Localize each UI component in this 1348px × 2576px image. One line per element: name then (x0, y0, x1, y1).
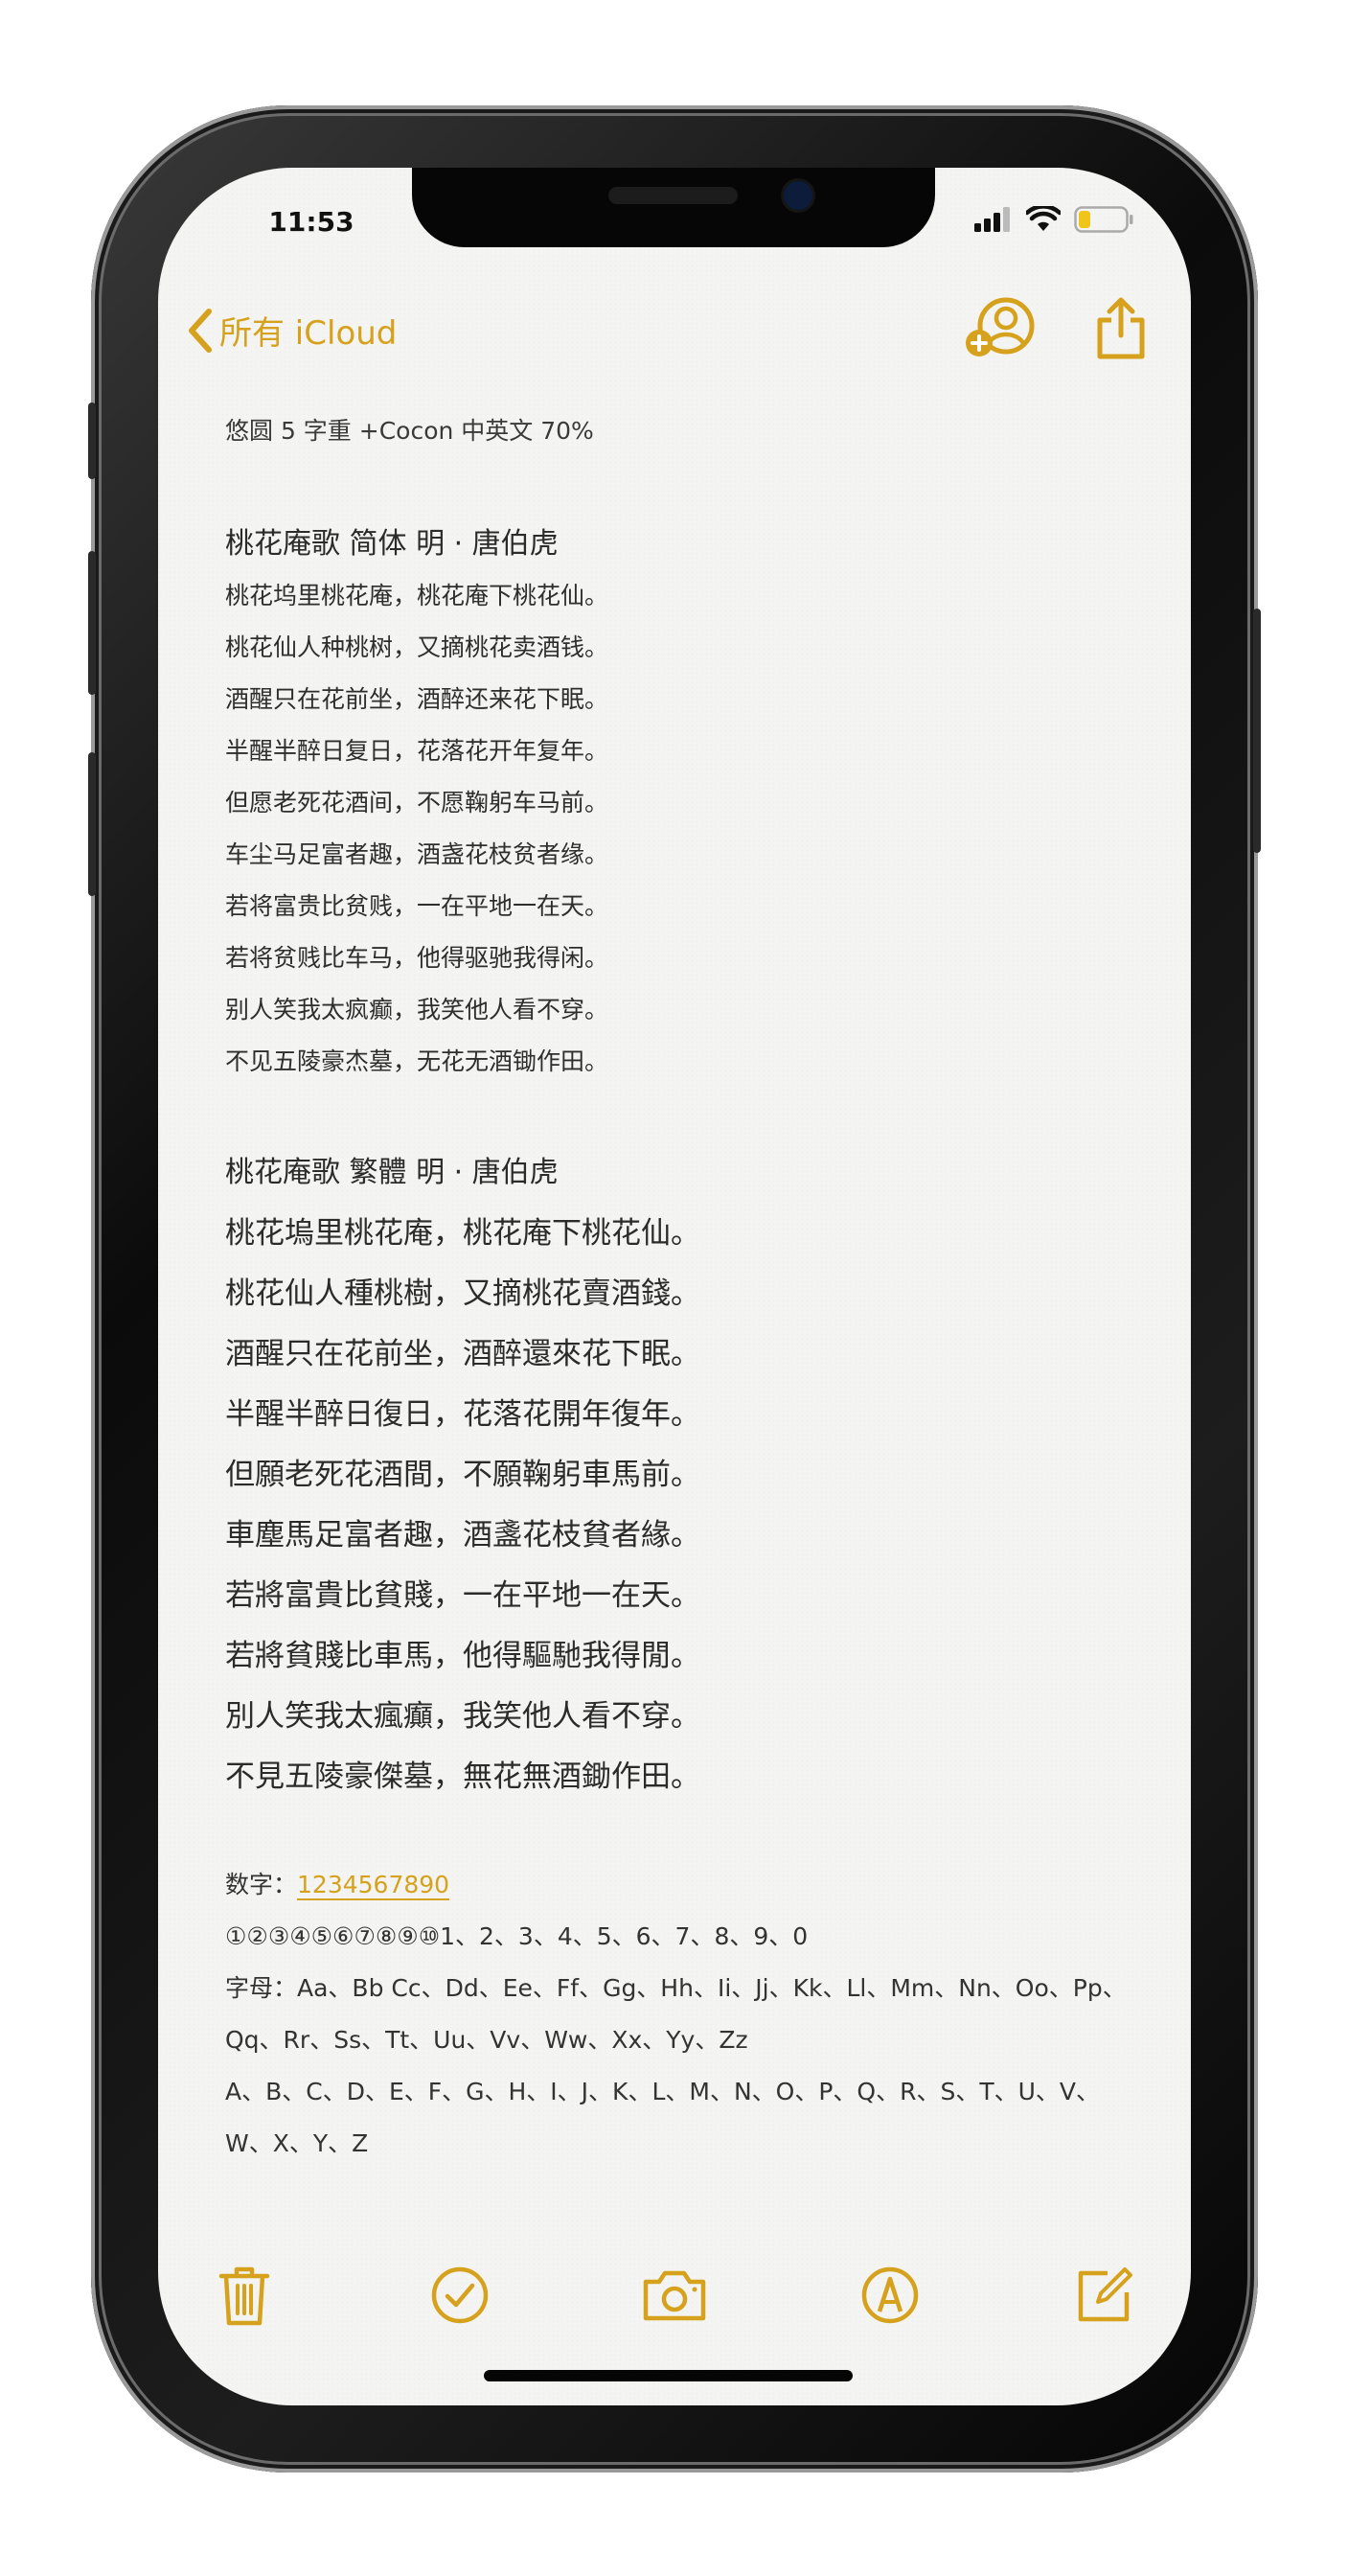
bottom-toolbar (158, 2262, 1191, 2338)
trash-icon (218, 2266, 270, 2326)
notch (412, 168, 935, 247)
capitals-line: A、B、C、D、E、F、G、H、I、J、K、L、M、N、O、P、Q、R、S、T、… (225, 2078, 1100, 2105)
screen: 11:53 所有 iCloud 悠圆 5 字重 +Cocon 中英文 70% 桃… (158, 168, 1191, 2405)
compose-button[interactable] (1071, 2262, 1138, 2329)
poem-line: 若將富貴比貧賤，一在平地一在天。 (225, 1578, 700, 1613)
checklist-button[interactable] (426, 2262, 493, 2329)
digits-row: 数字：1234567890 (225, 1866, 450, 1900)
volume-down-button[interactable] (88, 752, 96, 896)
font-note: 悠圆 5 字重 +Cocon 中英文 70% (225, 417, 594, 445)
add-person-icon (966, 297, 1035, 356)
back-button[interactable]: 所有 iCloud (187, 307, 397, 354)
share-icon (1097, 297, 1145, 359)
markup-pen-icon (861, 2266, 918, 2324)
poem-line: 酒醒只在花前坐，酒醉還來花下眠。 (225, 1337, 700, 1371)
poem-line: 若將貧賤比車馬，他得驅馳我得閒。 (225, 1639, 700, 1673)
poem-line: 半醒半醉日復日，花落花開年復年。 (225, 1397, 700, 1432)
power-button[interactable] (1253, 609, 1261, 853)
poem-line: 但願老死花酒間，不願鞠躬車馬前。 (225, 1458, 700, 1492)
poem-line: 若将贫贱比车马，他得驱驰我得闲。 (225, 944, 609, 972)
volume-up-button[interactable] (88, 551, 96, 695)
cellular-signal-icon (974, 207, 1010, 232)
poem-line: 別人笑我太瘋癲，我笑他人看不穿。 (225, 1699, 700, 1734)
share-button[interactable] (1094, 297, 1148, 364)
nav-actions (964, 297, 1148, 364)
battery-icon (1074, 206, 1133, 233)
poem-line: 桃花仙人种桃树，又摘桃花卖酒钱。 (225, 633, 609, 661)
poem-line: 别人笑我太疯癫，我笑他人看不穿。 (225, 996, 609, 1024)
compose-icon (1078, 2267, 1132, 2322)
poem-title-traditional: 桃花庵歌 繁體 明 · 唐伯虎 (225, 1156, 559, 1189)
poem-line: 酒醒只在花前坐，酒醉还来花下眠。 (225, 685, 609, 713)
camera-button[interactable] (641, 2262, 708, 2329)
poem-line: 半醒半醉日复日，花落花开年复年。 (225, 737, 609, 765)
camera-icon (643, 2270, 706, 2321)
chevron-left-icon (189, 308, 212, 353)
delete-button[interactable] (211, 2262, 278, 2329)
digits-label: 数字： (225, 1871, 298, 1898)
speaker-grille (608, 187, 738, 204)
action-button[interactable] (88, 402, 96, 479)
poem-line: 桃花坞里桃花庵，桃花庵下桃花仙。 (225, 582, 609, 610)
status-time: 11:53 (268, 206, 354, 238)
digits-link[interactable]: 1234567890 (297, 1871, 450, 1900)
poem-line: 不見五陵豪傑墓，無花無酒鋤作田。 (225, 1760, 700, 1794)
capitals-line: W、X、Y、Z (225, 2129, 369, 2157)
poem-line: 車塵馬足富者趣，酒盞花枝貧者緣。 (225, 1518, 700, 1552)
checkmark-circle-icon (431, 2266, 488, 2324)
markup-button[interactable] (857, 2262, 924, 2329)
poem-line: 车尘马足富者趣，酒盏花枝贫者缘。 (225, 840, 609, 868)
poem-line: 不见五陵豪杰墓，无花无酒锄作田。 (225, 1047, 609, 1075)
home-indicator[interactable] (484, 2370, 853, 2381)
front-camera (784, 181, 812, 210)
circled-numbers-line: ①②③④⑤⑥⑦⑧⑨⑩1、2、3、4、5、6、7、8、9、0 (225, 1922, 809, 1950)
poem-line: 若将富贵比贫贱，一在平地一在天。 (225, 892, 609, 920)
letters-line: Qq、Rr、Ss、Tt、Uu、Vv、Ww、Xx、Yy、Zz (225, 2026, 748, 2054)
add-people-button[interactable] (964, 297, 1037, 364)
poem-title-simplified: 桃花庵歌 简体 明 · 唐伯虎 (225, 527, 559, 561)
wifi-icon (1026, 206, 1061, 231)
back-label: 所有 iCloud (219, 314, 398, 353)
status-icons (974, 206, 1133, 233)
poem-line: 桃花塢里桃花庵，桃花庵下桃花仙。 (225, 1216, 700, 1251)
poem-line: 桃花仙人種桃樹，又摘桃花賣酒錢。 (225, 1276, 700, 1311)
letters-line: 字母：Aa、Bb Cc、Dd、Ee、Ff、Gg、Hh、Ii、Jj、Kk、Ll、M… (225, 1974, 1127, 2002)
poem-line: 但愿老死花酒间，不愿鞠躬车马前。 (225, 789, 609, 816)
